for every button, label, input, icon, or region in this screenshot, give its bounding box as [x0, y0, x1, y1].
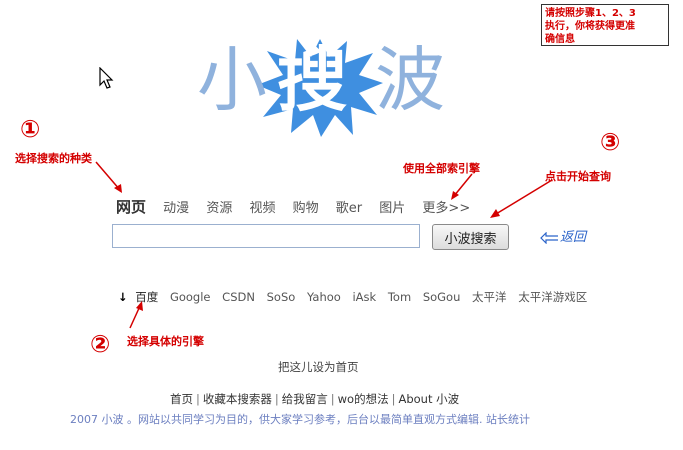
tab-songs[interactable]: 歌er	[336, 201, 362, 216]
engine-csdn[interactable]: CSDN	[222, 290, 255, 304]
back-label: 返回	[560, 230, 587, 245]
footer-link-home[interactable]: 首页	[170, 392, 193, 406]
footer-link-ideas[interactable]: wo的想法	[338, 392, 389, 406]
step1-annotation: 选择搜索的种类	[15, 152, 92, 165]
search-button[interactable]: 小波搜索	[432, 224, 509, 250]
step3-number: ③	[600, 128, 621, 156]
footer-separator: |	[274, 392, 279, 406]
step1-arrow-icon	[95, 161, 122, 193]
tab-more[interactable]: 更多>>	[422, 201, 470, 216]
search-category-tabs: 网页 动漫 资源 视频 购物 歌er 图片 更多>>	[116, 196, 483, 218]
footer-link-about[interactable]: About 小波	[398, 392, 459, 406]
engine-soso[interactable]: SoSo	[267, 290, 296, 304]
tab-anime[interactable]: 动漫	[163, 201, 189, 216]
step3-arrow-icon	[490, 179, 553, 218]
tab-web[interactable]: 网页	[116, 198, 146, 216]
engine-tom[interactable]: Tom	[388, 290, 411, 304]
mouse-cursor-icon	[99, 67, 114, 89]
footer-separator: |	[391, 392, 396, 406]
set-homepage-link[interactable]: 把这儿设为首页	[278, 359, 359, 375]
step1-number: ①	[20, 115, 41, 143]
logo-char-2: 搜	[277, 39, 347, 121]
footer-copyright: 2007 小波 。网站以共同学习为目的，供大家学习参考，后台以最简单直观方式编辑…	[70, 413, 530, 426]
engine-google[interactable]: Google	[170, 290, 211, 304]
engine-pconline-games[interactable]: 太平洋游戏区	[518, 290, 587, 304]
step2-arrow-icon	[129, 301, 143, 329]
engine-yahoo[interactable]: Yahoo	[307, 290, 341, 304]
engine-pconline[interactable]: 太平洋	[472, 290, 507, 304]
note-line-1: 请按照步骤1、2、3	[545, 8, 636, 19]
engine-list: ↓ 百度 Google CSDN SoSo Yahoo iAsk Tom SoG…	[118, 289, 595, 305]
note-line-3: 确信息	[545, 34, 575, 45]
footer-link-guestbook[interactable]: 给我留言	[282, 392, 328, 406]
tab-images[interactable]: 图片	[379, 201, 405, 216]
step2-annotation: 选择具体的引擎	[127, 335, 204, 348]
footer-links: 首页 | 收藏本搜索器 | 给我留言 | wo的想法 | About 小波	[170, 391, 459, 407]
back-link[interactable]: 返回	[540, 226, 586, 245]
footer-link-bookmark[interactable]: 收藏本搜索器	[203, 392, 272, 406]
engine-sogou[interactable]: SoGou	[423, 290, 461, 304]
note-line-2: 执行，你将获得更准	[545, 21, 635, 32]
footer-separator: |	[330, 392, 335, 406]
search-input[interactable]	[112, 224, 420, 248]
tab-resources[interactable]: 资源	[206, 201, 232, 216]
site-logo: 小 搜 波	[195, 35, 465, 140]
step2-number: ②	[90, 330, 111, 358]
engine-iask[interactable]: iAsk	[352, 290, 376, 304]
logo-char-1: 小	[197, 39, 267, 121]
tab-shopping[interactable]: 购物	[293, 201, 319, 216]
back-arrow-icon	[540, 231, 558, 244]
tab-video[interactable]: 视频	[249, 201, 275, 216]
instruction-note: 请按照步骤1、2、3 执行，你将获得更准 确信息	[541, 4, 669, 46]
footer-separator: |	[196, 392, 200, 406]
logo-char-3: 波	[375, 39, 445, 121]
